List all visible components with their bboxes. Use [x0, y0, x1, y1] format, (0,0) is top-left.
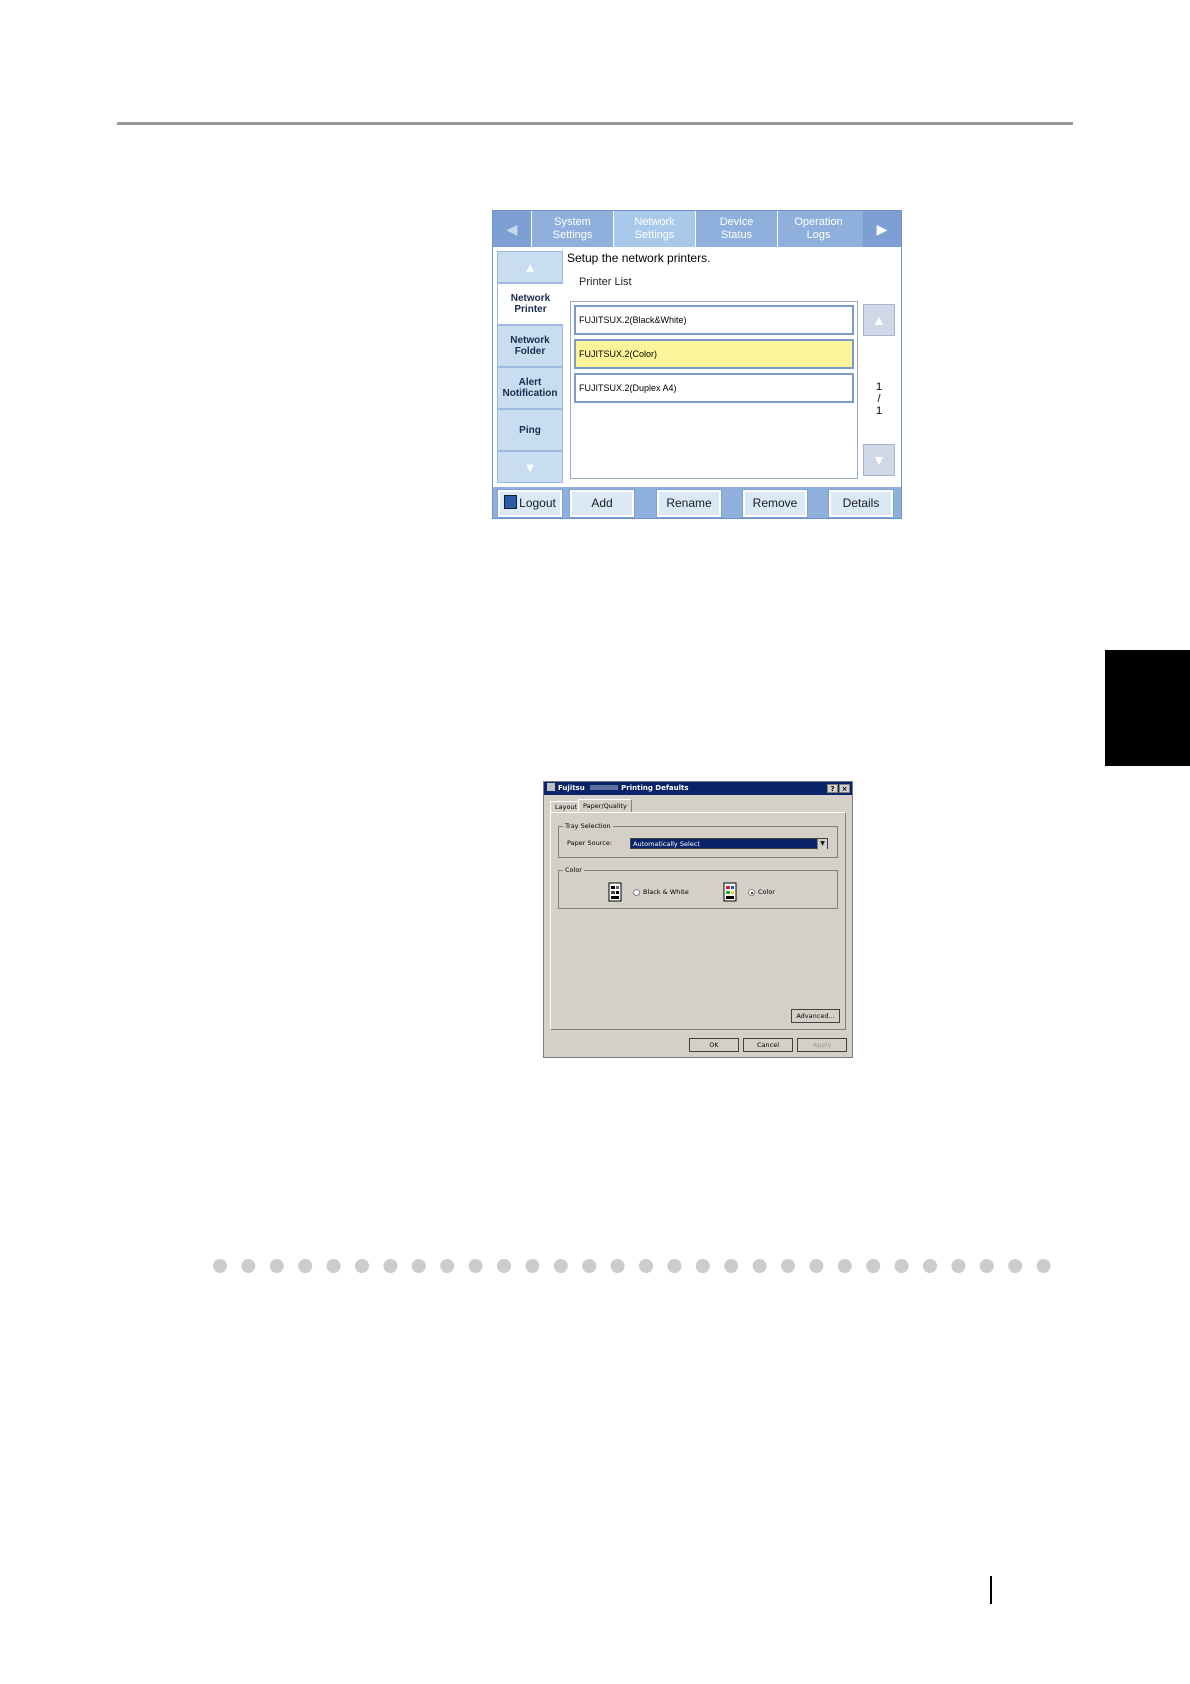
- chevron-down-icon[interactable]: ▼: [817, 839, 827, 850]
- black-white-printer-icon: [608, 882, 622, 902]
- separator-dot: [553, 1259, 568, 1273]
- printing-defaults-dialog: Fujitsu Printing Defaults ? × Layout Pap…: [543, 781, 853, 1058]
- printer-list-item[interactable]: FUJITSUX.2(Duplex A4): [574, 373, 854, 403]
- separator-dot: [582, 1259, 597, 1273]
- separator-dot: [213, 1259, 227, 1273]
- color-group: Color Black & White Color: [558, 866, 838, 909]
- separator-dot: [866, 1259, 881, 1273]
- separator-dot: [1036, 1259, 1051, 1273]
- arrow-down-icon: ▼: [872, 452, 886, 468]
- side-menu: ▲ Network Printer Network Folder Alert Noti…: [497, 251, 563, 484]
- arrow-up-icon: ▲: [872, 312, 886, 328]
- color-printer-icon: [723, 882, 737, 902]
- list-scroll-down-button[interactable]: ▼: [863, 444, 895, 476]
- arrow-left-icon: ◀: [506, 221, 518, 237]
- bottom-action-bar: Logout Add Rename Remove Details: [493, 487, 901, 518]
- separator-dot: [383, 1259, 398, 1273]
- separator-dot: [525, 1259, 540, 1273]
- black-white-label: Black & White: [643, 888, 689, 896]
- separator-dot: [497, 1259, 511, 1273]
- tab-system-settings[interactable]: System Settings: [531, 211, 613, 247]
- side-item-network-printer[interactable]: Network Printer: [497, 283, 563, 325]
- side-item-ping[interactable]: Ping: [497, 409, 563, 451]
- logout-icon: [504, 495, 518, 509]
- separator-dot: [355, 1259, 369, 1273]
- separator-dot: [667, 1259, 682, 1273]
- tab-paper-quality[interactable]: Paper/Quality: [578, 799, 632, 812]
- tray-selection-group: Tray Selection Paper Source: Automatical…: [558, 822, 838, 858]
- separator-dot: [241, 1259, 256, 1273]
- printer-icon: [547, 783, 555, 791]
- advanced-button[interactable]: Advanced...: [791, 1009, 840, 1023]
- tab-bar: ◀ System Settings Network Settings Device S…: [493, 211, 901, 247]
- separator-dot: [724, 1259, 739, 1273]
- dialog-title-bar: Fujitsu Printing Defaults ? ×: [544, 782, 852, 795]
- printer-list-item-selected[interactable]: FUJITSUX.2(Color): [574, 339, 854, 369]
- arrow-up-icon: ▲: [523, 259, 537, 275]
- tab-scroll-left-button[interactable]: ◀: [493, 211, 531, 247]
- paper-source-label: Paper Source:: [567, 839, 612, 847]
- remove-button[interactable]: Remove: [742, 489, 808, 518]
- add-button[interactable]: Add: [569, 489, 635, 518]
- paper-source-select[interactable]: Automatically Select ▼: [630, 838, 828, 850]
- admin-touch-panel: ◀ System Settings Network Settings Device S…: [492, 210, 902, 519]
- separator-dot: [923, 1259, 937, 1273]
- header-rule: [117, 122, 1073, 125]
- logout-button[interactable]: Logout: [497, 489, 563, 518]
- separator-dot: [298, 1259, 313, 1273]
- separator-dot: [326, 1259, 341, 1273]
- separator-dot: [979, 1259, 994, 1273]
- separator-dot: [781, 1259, 795, 1273]
- separator-dot: [837, 1259, 852, 1273]
- separator-dot: [752, 1259, 767, 1273]
- printer-list-title: Printer List: [579, 276, 632, 288]
- printer-list-item[interactable]: FUJITSUX.2(Black&White): [574, 305, 854, 335]
- details-button[interactable]: Details: [828, 489, 894, 518]
- apply-button[interactable]: Apply: [797, 1038, 847, 1052]
- side-scroll-up-button[interactable]: ▲: [497, 251, 563, 283]
- footer-page-bar: [990, 1576, 992, 1604]
- separator-dot: [695, 1259, 710, 1273]
- chapter-tab-marker: [1105, 650, 1190, 766]
- tab-scroll-right-button[interactable]: ▶: [863, 211, 901, 247]
- separator-dot: [610, 1259, 625, 1273]
- arrow-down-icon: ▼: [523, 459, 537, 475]
- side-item-network-folder[interactable]: Network Folder: [497, 325, 563, 367]
- separator-dot: [411, 1259, 426, 1273]
- redacted-model-name: [590, 785, 619, 790]
- tab-network-settings[interactable]: Network Settings: [613, 211, 695, 247]
- tab-operation-logs[interactable]: Operation Logs: [777, 211, 859, 247]
- tab-device-status[interactable]: Device Status: [695, 211, 777, 247]
- separator-dot: [468, 1259, 483, 1273]
- dotted-separator: [213, 1259, 1051, 1273]
- page-indicator: 1 / 1: [875, 381, 883, 417]
- cancel-button[interactable]: Cancel: [743, 1038, 793, 1052]
- separator-dot: [639, 1259, 653, 1273]
- separator-dot: [269, 1259, 284, 1273]
- black-white-radio[interactable]: [633, 889, 640, 896]
- printer-list: FUJITSUX.2(Black&White) FUJITSUX.2(Color…: [570, 301, 858, 479]
- separator-dot: [809, 1259, 824, 1273]
- arrow-right-icon: ▶: [876, 221, 888, 237]
- instruction-text: Setup the network printers.: [567, 251, 711, 265]
- color-radio[interactable]: [748, 889, 755, 896]
- side-item-alert-notification[interactable]: Alert Notification: [497, 367, 563, 409]
- rename-button[interactable]: Rename: [656, 489, 722, 518]
- ok-button[interactable]: OK: [689, 1038, 739, 1052]
- separator-dot: [1008, 1259, 1023, 1273]
- separator-dot: [894, 1259, 909, 1273]
- side-scroll-down-button[interactable]: ▼: [497, 451, 563, 483]
- help-button[interactable]: ?: [827, 784, 838, 793]
- separator-dot: [440, 1259, 455, 1273]
- list-scroll-up-button[interactable]: ▲: [863, 304, 895, 336]
- paper-quality-page: Tray Selection Paper Source: Automatical…: [550, 812, 846, 1030]
- color-label: Color: [758, 888, 775, 896]
- separator-dot: [951, 1259, 966, 1273]
- close-button[interactable]: ×: [839, 784, 850, 793]
